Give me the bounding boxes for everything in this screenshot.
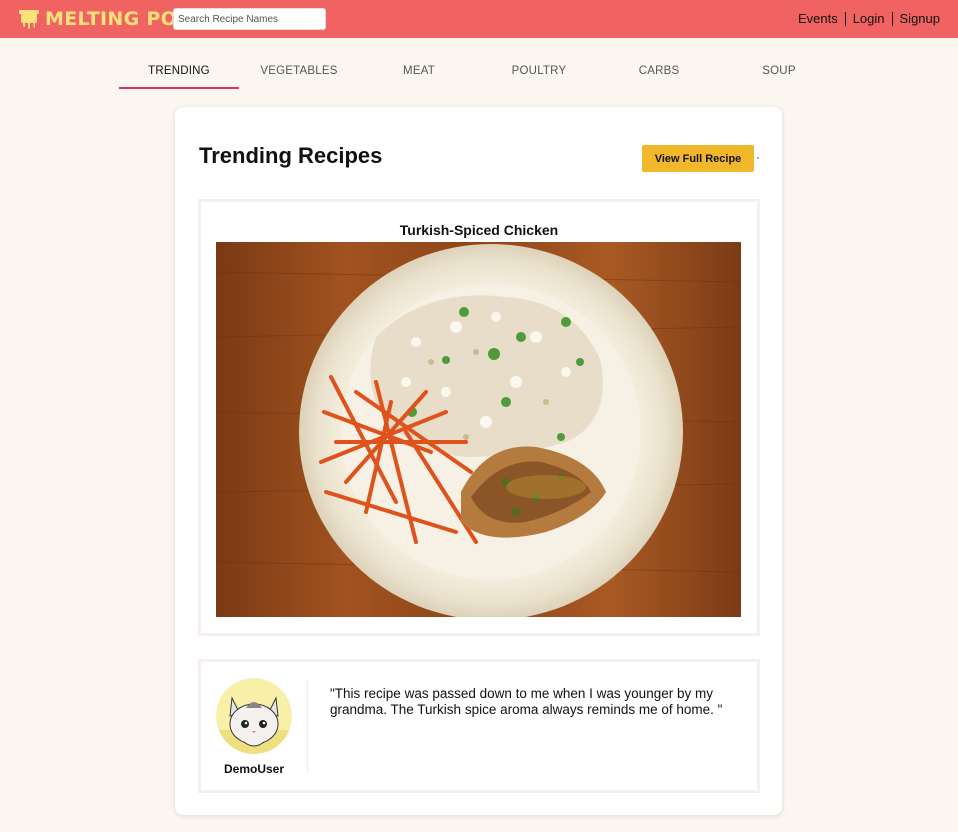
cat-avatar[interactable] [216, 678, 292, 754]
tab-carbs[interactable]: CARBS [599, 55, 719, 89]
login-link[interactable]: Login [853, 11, 885, 26]
nav-links: Events Login Signup [798, 11, 940, 26]
logo-text: MELTING POT [45, 8, 191, 30]
category-tabs: TRENDING VEGETABLES MEAT POULTRY CARBS S… [119, 55, 839, 89]
tab-meat[interactable]: MEAT [359, 55, 479, 89]
tab-poultry[interactable]: POULTRY [479, 55, 599, 89]
recipe-photo[interactable] [216, 242, 741, 617]
trending-card: Trending Recipes View Full Recipe Turkis… [175, 107, 782, 815]
recipe-title: Turkish-Spiced Chicken [399, 222, 559, 238]
tab-vegetables[interactable]: VEGETABLES [239, 55, 359, 89]
recipe-comment: "This recipe was passed down to me when … [330, 686, 723, 717]
signup-link[interactable]: Signup [900, 11, 940, 26]
page-title: Trending Recipes [199, 143, 383, 168]
nav-divider [891, 11, 893, 26]
nav-divider [844, 11, 846, 26]
events-link[interactable]: Events [798, 11, 838, 26]
search-input[interactable] [173, 8, 326, 30]
tab-soup[interactable]: SOUP [719, 55, 839, 89]
comment-panel: DemoUser "This recipe was passed down to… [198, 659, 760, 793]
decorative-dot [757, 157, 759, 159]
top-navbar: MELTING POT Events Login Signup [0, 0, 958, 38]
view-full-recipe-button[interactable]: View Full Recipe [642, 145, 754, 172]
divider [307, 680, 308, 774]
recipe-panel: Turkish-Spiced Chicken [198, 199, 760, 636]
melting-pot-icon [19, 10, 39, 29]
tab-trending[interactable]: TRENDING [119, 55, 239, 89]
logo[interactable]: MELTING POT [18, 6, 190, 32]
username[interactable]: DemoUser [211, 762, 297, 776]
